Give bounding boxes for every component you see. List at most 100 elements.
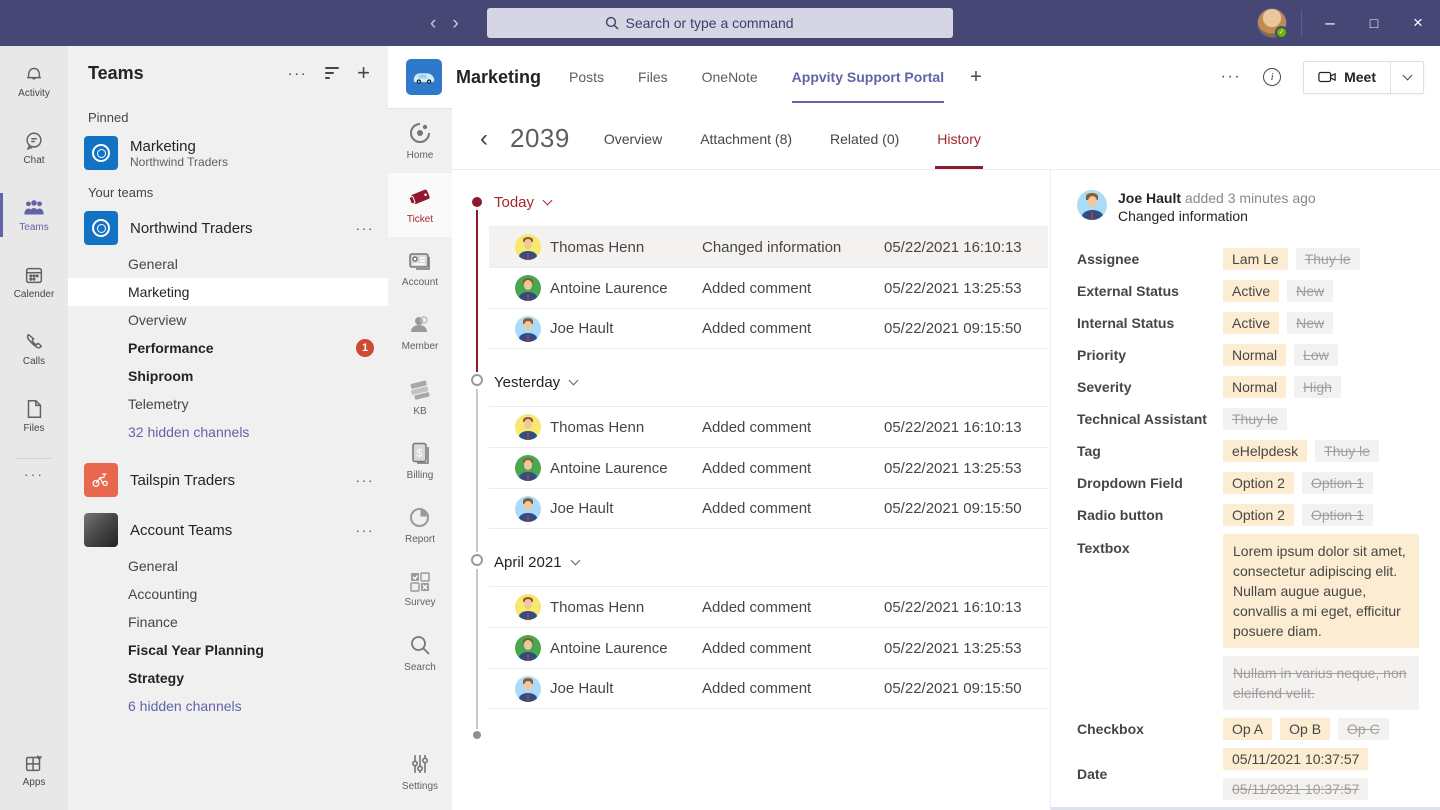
svg-text:$: $ [416, 448, 422, 460]
portal-item-billing[interactable]: $ Billing [388, 429, 452, 493]
nav-item-calendar[interactable]: Calender [0, 250, 68, 314]
old-value-chip: New [1287, 280, 1333, 302]
team-more-button[interactable]: ··· [356, 472, 375, 488]
northwind-team-icon [84, 136, 118, 170]
new-value-chip: Normal [1223, 376, 1286, 398]
portal-item-search[interactable]: Search [388, 621, 452, 685]
team-more-button[interactable]: ··· [356, 220, 375, 236]
channel-performance[interactable]: Performance 1 [68, 334, 388, 362]
history-row[interactable]: Joe Hault Added comment 05/22/2021 09:15… [489, 308, 1048, 349]
marketing-app-icon [406, 59, 442, 95]
avatar [515, 234, 541, 260]
history-row[interactable]: Thomas Henn Changed information 05/22/20… [489, 226, 1048, 267]
portal-item-report[interactable]: Report [388, 493, 452, 557]
tab-attachment[interactable]: Attachment (8) [700, 108, 792, 169]
new-value-chip: Active [1223, 312, 1279, 334]
nav-item-activity[interactable]: Activity [0, 49, 68, 113]
group-header-today[interactable]: Today [452, 182, 1050, 222]
history-row[interactable]: Thomas Henn Added comment 05/22/2021 16:… [489, 406, 1048, 447]
user-avatar[interactable]: ✓ [1257, 8, 1287, 38]
team-account-teams[interactable]: Account Teams ··· [68, 508, 388, 552]
field-external-status: External Status Active New [1077, 278, 1416, 304]
tab-files[interactable]: Files [638, 63, 668, 91]
info-icon[interactable]: i [1263, 68, 1281, 86]
nav-item-apps[interactable]: Apps [0, 738, 68, 802]
history-row[interactable]: Antoine Laurence Added comment 05/22/202… [489, 447, 1048, 488]
team-tailspin-traders[interactable]: Tailspin Traders ··· [68, 458, 388, 502]
nav-forward-icon[interactable]: › [452, 14, 458, 33]
back-chevron-icon[interactable]: ‹ [480, 127, 488, 151]
history-row[interactable]: Joe Hault Added comment 05/22/2021 09:15… [489, 668, 1048, 709]
ticket-id: 2039 [510, 123, 570, 154]
tab-overview[interactable]: Overview [604, 108, 662, 169]
team-more-button[interactable]: ··· [356, 522, 375, 538]
tab-appvity-support-portal[interactable]: Appvity Support Portal [792, 63, 944, 91]
nav-item-chat[interactable]: Chat [0, 116, 68, 180]
channel-accounting[interactable]: Accounting [68, 580, 388, 608]
search-input[interactable] [626, 15, 836, 31]
apps-grid-icon [23, 752, 45, 774]
channel-fiscal-year-planning[interactable]: Fiscal Year Planning [68, 636, 388, 664]
pinned-team-marketing[interactable]: Marketing Northwind Traders [68, 131, 388, 175]
chat-icon [23, 130, 45, 152]
add-tab-button[interactable]: + [970, 66, 982, 89]
history-row[interactable]: Antoine Laurence Added comment 05/22/202… [489, 627, 1048, 668]
group-header-april-2021[interactable]: April 2021 [452, 542, 1050, 582]
channel-telemetry[interactable]: Telemetry [68, 390, 388, 418]
channel-marketing[interactable]: Marketing [68, 278, 388, 306]
nav-back-icon[interactable]: ‹ [430, 14, 436, 33]
portal-item-ticket[interactable]: Ticket [388, 173, 452, 237]
avatar [515, 316, 541, 342]
portal-item-kb[interactable]: KB [388, 365, 452, 429]
channel-strategy[interactable]: Strategy [68, 664, 388, 692]
portal-item-home[interactable]: Home [388, 109, 452, 173]
close-button[interactable]: × [1396, 0, 1440, 46]
sidebar-more-button[interactable]: ··· [288, 65, 308, 82]
history-timeline: Today Thomas Henn Changed information 05… [452, 170, 1050, 810]
tab-onenote[interactable]: OneNote [702, 63, 758, 91]
portal-item-settings[interactable]: Settings [388, 740, 452, 804]
maximize-button[interactable]: □ [1352, 0, 1396, 46]
new-value-chip: Active [1223, 280, 1279, 302]
field-technical-assistant: Technical Assistant Thuy le [1077, 406, 1416, 432]
team-northwind-traders[interactable]: Northwind Traders ··· [68, 206, 388, 250]
portal-item-member[interactable]: Member [388, 301, 452, 365]
nav-item-files[interactable]: Files [0, 384, 68, 448]
channel-more-button[interactable]: ··· [1221, 68, 1241, 86]
meet-options-button[interactable] [1391, 62, 1423, 93]
account-team-icon [84, 513, 118, 547]
history-row[interactable]: Joe Hault Added comment 05/22/2021 09:15… [489, 488, 1048, 529]
channel-shiproom[interactable]: Shiproom [68, 362, 388, 390]
hidden-channels-link-2[interactable]: 6 hidden channels [68, 692, 388, 720]
join-create-team-button[interactable]: + [357, 62, 370, 84]
tab-history[interactable]: History [937, 108, 981, 169]
tab-posts[interactable]: Posts [569, 63, 604, 91]
command-search[interactable] [487, 8, 953, 38]
meet-button[interactable]: Meet [1303, 61, 1424, 94]
new-value-chip: Op B [1280, 718, 1330, 740]
field-assignee: Assignee Lam Le Thuy le [1077, 246, 1416, 272]
channel-finance[interactable]: Finance [68, 608, 388, 636]
nav-item-calls[interactable]: Calls [0, 317, 68, 381]
teams-people-icon [22, 197, 46, 219]
nav-item-teams[interactable]: Teams [0, 183, 68, 247]
history-row[interactable]: Antoine Laurence Added comment 05/22/202… [489, 267, 1048, 308]
hidden-channels-link[interactable]: 32 hidden channels [68, 418, 388, 446]
old-value-chip: Low [1294, 344, 1338, 366]
portal-item-account[interactable]: Account [388, 237, 452, 301]
channel-overview[interactable]: Overview [68, 306, 388, 334]
tab-related[interactable]: Related (0) [830, 108, 899, 169]
group-header-yesterday[interactable]: Yesterday [452, 362, 1050, 402]
portal-item-survey[interactable]: Survey [388, 557, 452, 621]
channel-general[interactable]: General [68, 250, 388, 278]
field-checkbox: Checkbox Op A Op B Op C [1077, 716, 1416, 742]
avatar [515, 496, 541, 522]
nav-more-button[interactable]: ··· [0, 459, 68, 489]
minimize-button[interactable]: – [1308, 0, 1352, 46]
ticket-header: ‹ 2039 Overview Attachment (8) Related (… [452, 108, 1440, 170]
history-row[interactable]: Thomas Henn Added comment 05/22/2021 16:… [489, 586, 1048, 627]
history-nav: ‹ › [430, 0, 459, 46]
filter-icon[interactable] [325, 67, 339, 79]
channel-general-2[interactable]: General [68, 552, 388, 580]
titlebar-divider [1301, 10, 1302, 36]
